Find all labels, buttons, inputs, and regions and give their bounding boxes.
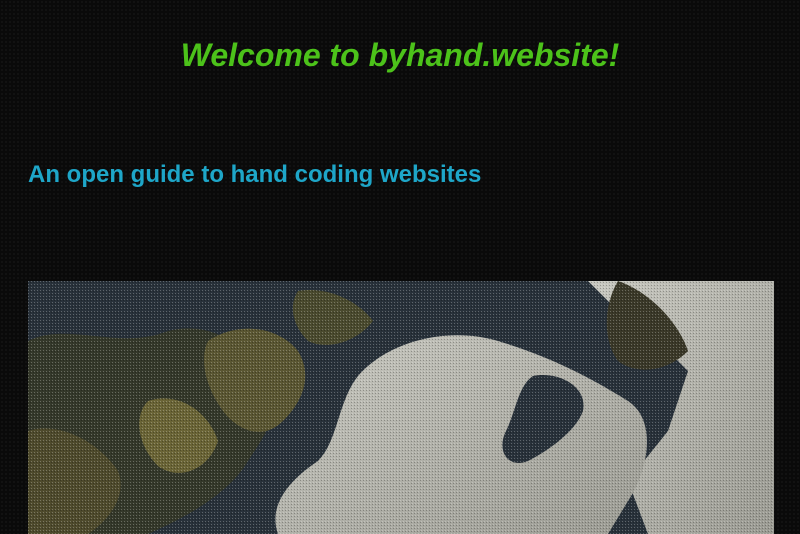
site-subtitle: An open guide to hand coding websites [28, 161, 482, 188]
page: Welcome to byhand.website! An open guide… [0, 0, 800, 534]
site-title: Welcome to byhand.website! [180, 37, 620, 73]
satellite-view-icon [28, 281, 774, 534]
hero-image [28, 281, 774, 534]
